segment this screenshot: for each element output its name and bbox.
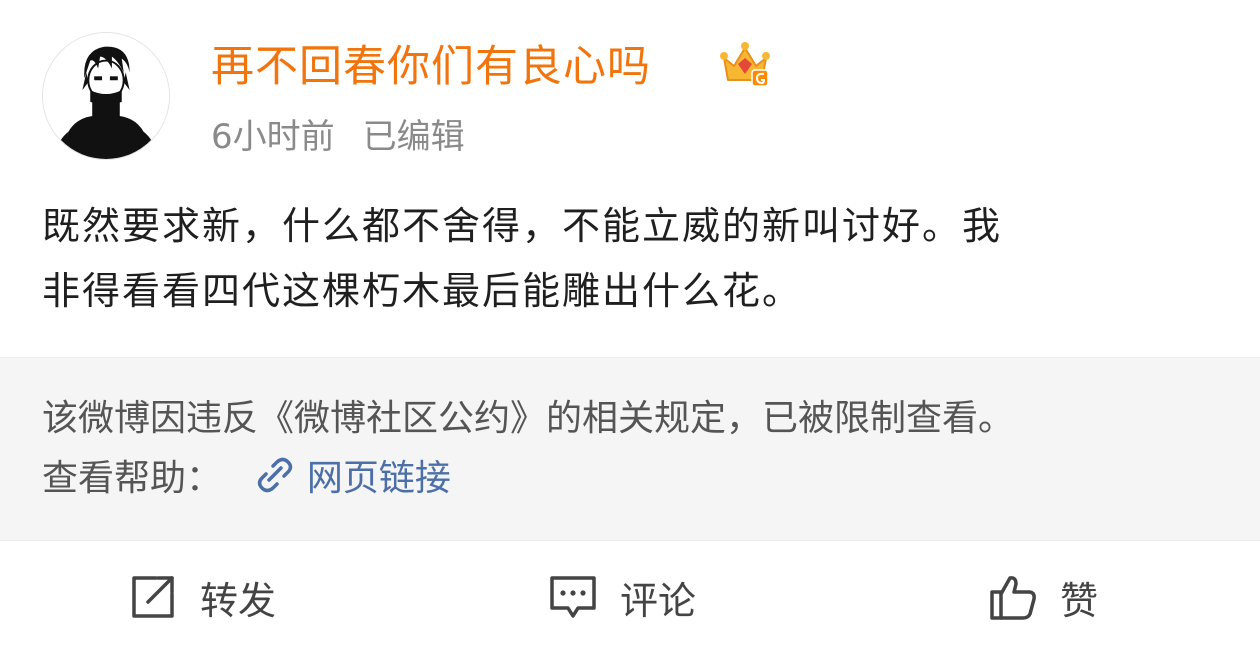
notice-help-row: 查看帮助： 网页链接 [42, 450, 451, 508]
thumbs-up-icon [990, 576, 1036, 620]
comment-icon [550, 576, 596, 618]
weibo-post: 再不回春你们有良心吗 6小时前 已编辑 既然要求新，什么都不舍得，不能立威的新叫讨… [0, 0, 1260, 652]
notice-text: 该微博因违反《微博社区公约》的相关规定，已被限制查看。 [42, 398, 1015, 439]
comment-button[interactable]: 评论 [548, 569, 696, 625]
like-label: 赞 [1060, 578, 1099, 623]
web-link[interactable]: 网页链接 [307, 458, 451, 499]
repost-icon [132, 576, 174, 618]
avatar[interactable] [42, 32, 170, 160]
action-bar: 转发 评论 赞 [0, 541, 1260, 652]
link-icon[interactable] [251, 456, 295, 496]
like-button[interactable]: 赞 [988, 569, 1098, 625]
help-label: 查看帮助： [42, 458, 223, 499]
post-meta: 6小时前 已编辑 [211, 112, 465, 162]
post-time: 6小时前 [211, 117, 335, 157]
crown-member-icon[interactable] [718, 40, 772, 90]
comment-label: 评论 [620, 578, 697, 623]
edited-label[interactable]: 已编辑 [363, 117, 465, 157]
repost-button[interactable]: 转发 [128, 569, 276, 625]
author-name[interactable]: 再不回春你们有良心吗 [211, 38, 651, 96]
restriction-notice: 该微博因违反《微博社区公约》的相关规定，已被限制查看。 查看帮助： 网页链接 [0, 357, 1260, 541]
repost-label: 转发 [200, 578, 277, 623]
post-content: 既然要求新，什么都不舍得，不能立威的新叫讨好。我 非得看看四代这棵朽木最后能雕出… [42, 194, 1232, 324]
post-content-line: 既然要求新，什么都不舍得，不能立威的新叫讨好。我 [42, 204, 1003, 248]
avatar-portrait-icon [43, 33, 169, 159]
post-content-line: 非得看看四代这棵朽木最后能雕出什么花。 [42, 269, 803, 313]
